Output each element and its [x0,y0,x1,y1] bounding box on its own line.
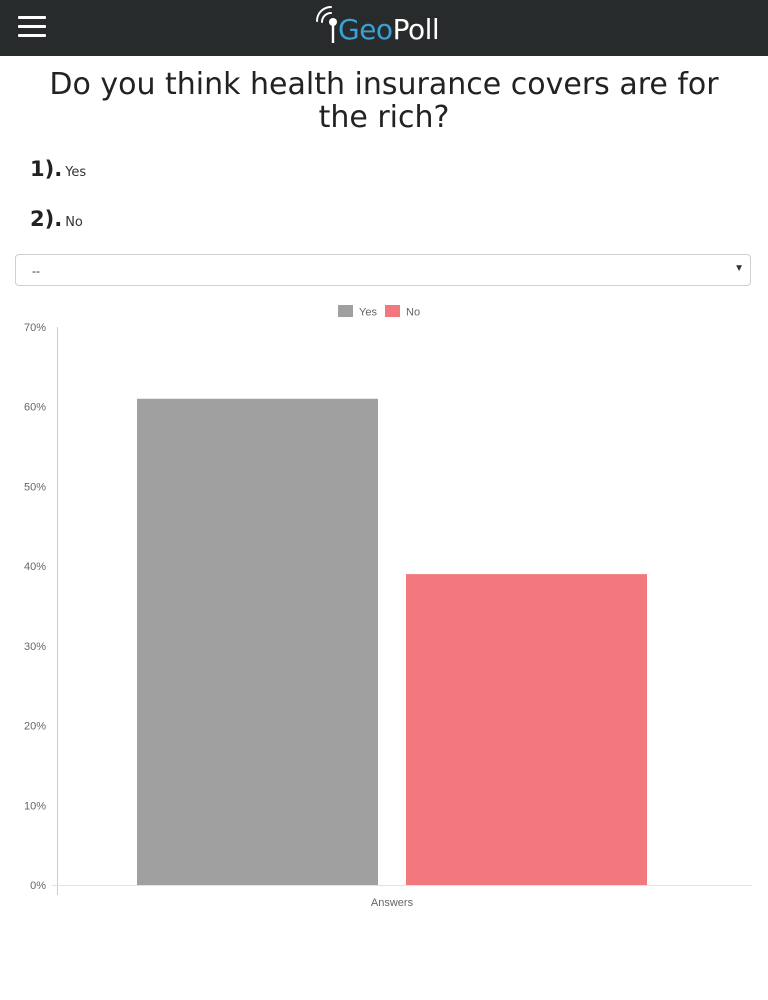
answer-label: No [65,215,83,230]
answer-number: 2). [30,207,63,231]
filter-dropdown[interactable]: -- ▼ [15,254,751,286]
filter-selected-value: -- [32,264,40,278]
y-tick-label: 20% [24,721,46,733]
bar-no [406,574,647,885]
legend-swatch [385,305,400,317]
answer-option: 2). No [30,207,83,231]
y-tick-label: 70% [24,322,46,334]
y-tick-label: 50% [24,481,46,493]
answer-option: 1). Yes [30,157,86,181]
y-tick-label: 0% [30,880,46,892]
logo-wordmark: GeoPoll [338,13,440,46]
answer-number: 1). [30,157,63,181]
legend-label: Yes [359,307,377,319]
chevron-down-icon: ▼ [734,263,744,274]
y-tick-label: 60% [24,402,46,414]
poll-question: Do you think health insurance covers are… [49,67,719,135]
y-tick-label: 10% [24,800,46,812]
answer-label: Yes [65,165,87,180]
legend-swatch [338,305,353,317]
top-navigation-bar: GeoPoll [0,0,768,56]
bar-yes [137,398,378,885]
results-bar-chart: Yes No 0% 10% 20% 30% 40% 50% 60% 70% Answers [24,305,752,909]
logo-text-geo: Geo [338,13,393,46]
legend-label: No [406,307,420,319]
logo-text-poll: Poll [392,13,440,46]
geopoll-logo[interactable]: GeoPoll [314,4,464,48]
hamburger-menu-icon[interactable] [18,16,46,38]
y-tick-label: 30% [24,641,46,653]
x-category-label: Answers [371,897,414,909]
y-tick-label: 40% [24,561,46,573]
